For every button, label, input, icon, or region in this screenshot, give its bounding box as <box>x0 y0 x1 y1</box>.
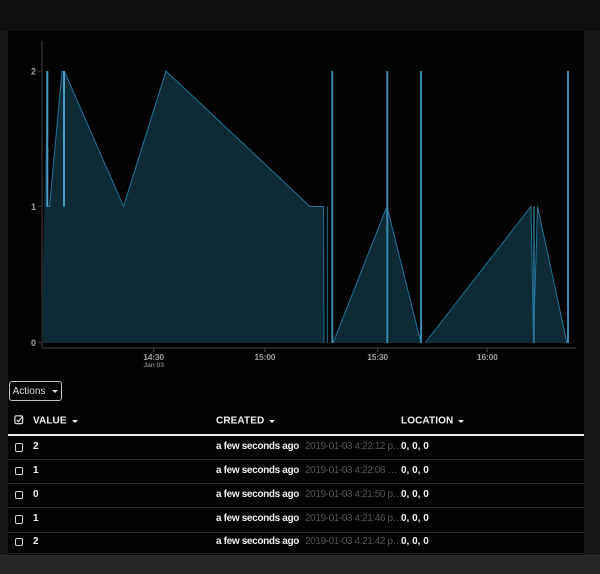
svg-text:1: 1 <box>31 202 36 212</box>
svg-text:16:00: 16:00 <box>477 352 498 362</box>
svg-text:2: 2 <box>31 67 36 77</box>
svg-text:0: 0 <box>31 338 36 348</box>
svg-text:Jan 03: Jan 03 <box>143 362 164 369</box>
svg-text:15:30: 15:30 <box>367 352 388 362</box>
svg-text:14:30: 14:30 <box>143 352 164 362</box>
svg-text:15:00: 15:00 <box>255 352 276 362</box>
